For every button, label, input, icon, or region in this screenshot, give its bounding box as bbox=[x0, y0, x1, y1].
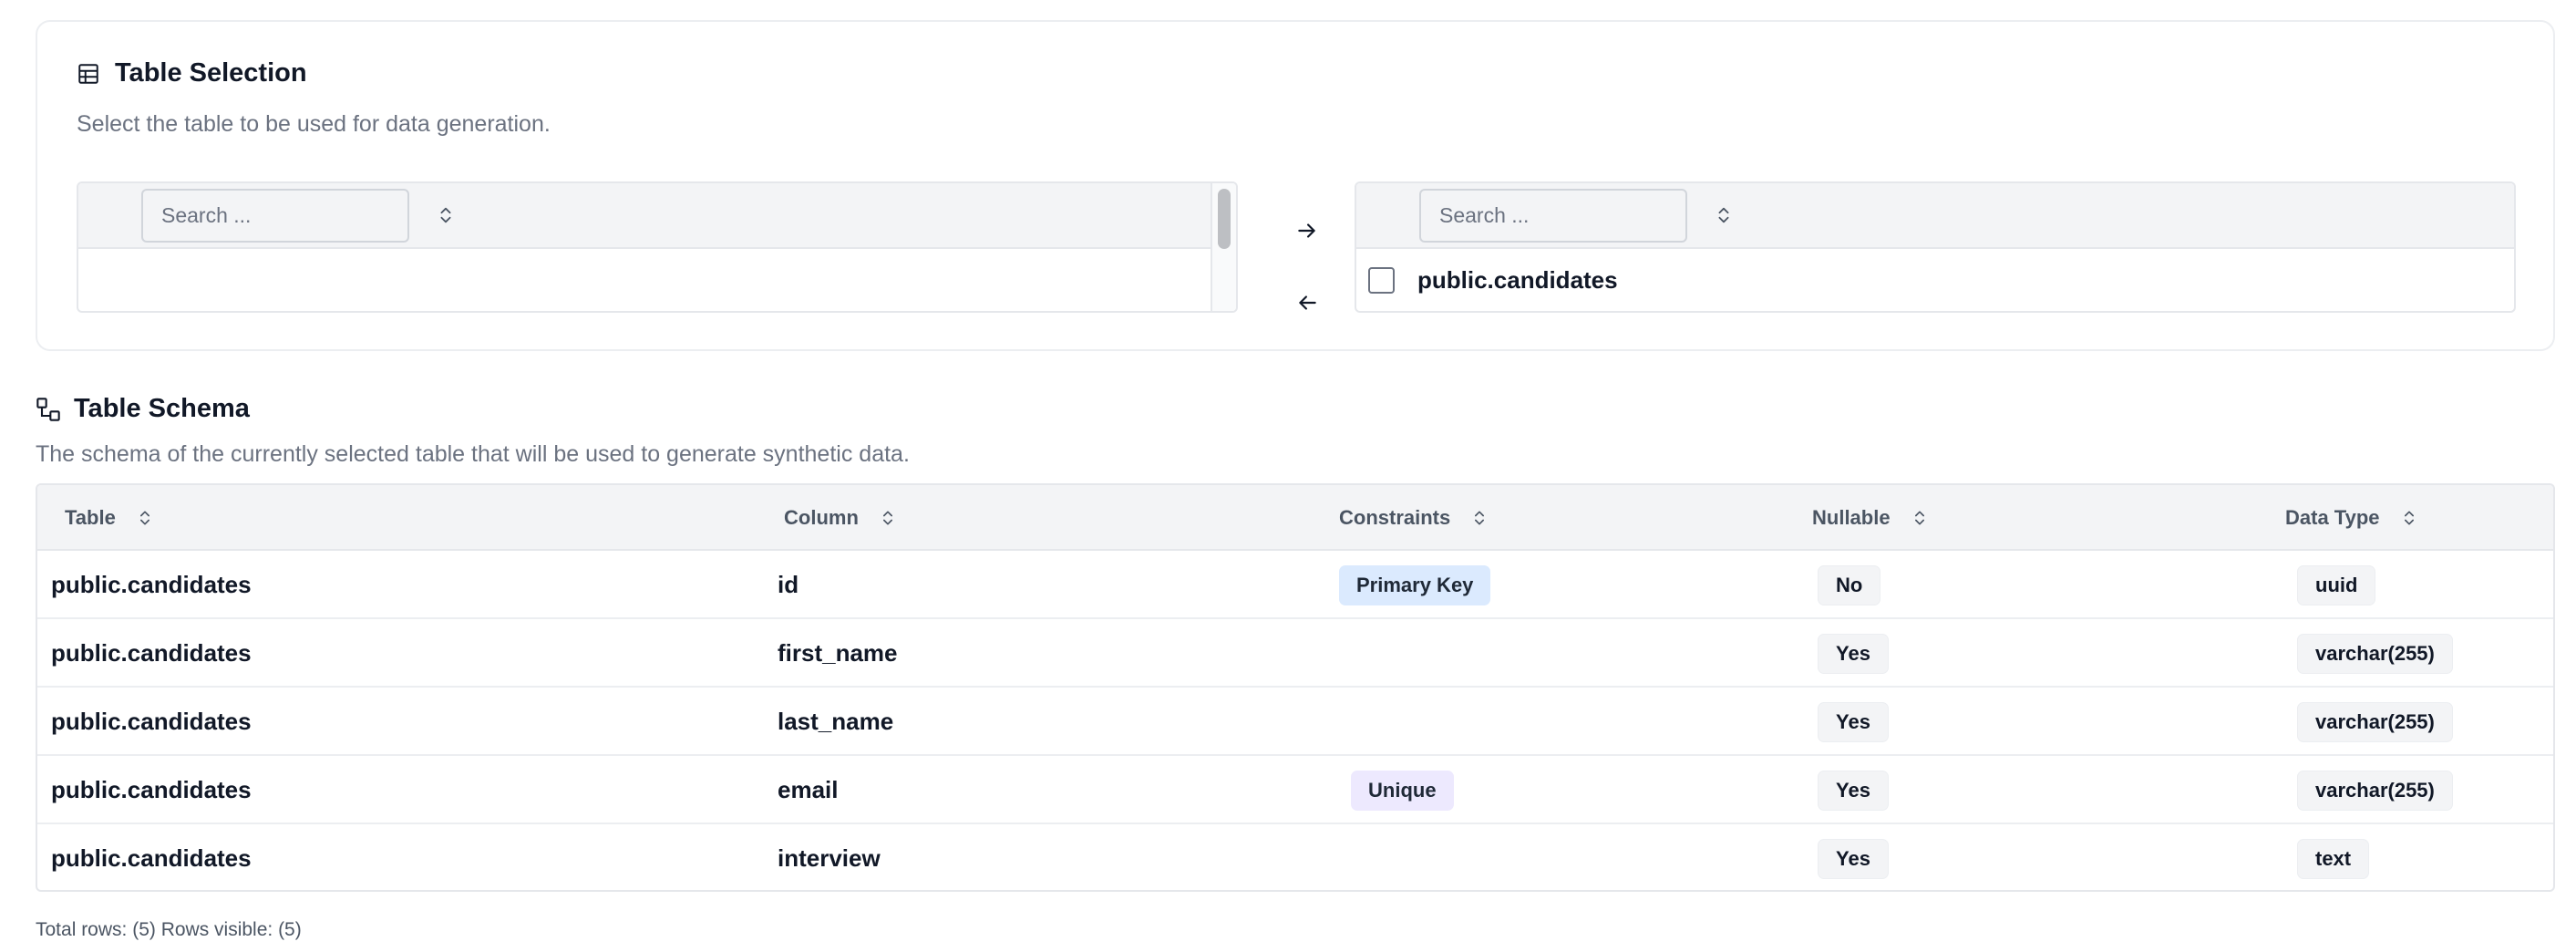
column-header-constraints[interactable]: Constraints bbox=[1339, 485, 1489, 551]
column-header-label: Constraints bbox=[1339, 506, 1451, 529]
cell-constraints: Unique bbox=[1351, 756, 1454, 824]
table-row: public.candidates last_name Yes varchar(… bbox=[37, 688, 2553, 756]
table-row: public.candidates first_name Yes varchar… bbox=[37, 619, 2553, 688]
cell-column: interview bbox=[778, 844, 881, 872]
constraint-badge: Primary Key bbox=[1339, 564, 1491, 605]
table-schema-description: The schema of the currently selected tab… bbox=[36, 441, 910, 467]
cell-data-type: varchar(255) bbox=[2297, 756, 2453, 824]
page: Table Selection Select the table to be u… bbox=[0, 0, 2576, 952]
row-count-summary: Total rows: (5) Rows visible: (5) bbox=[36, 919, 302, 940]
table-selection-description: Select the table to be used for data gen… bbox=[77, 111, 551, 137]
column-header-label: Nullable bbox=[1812, 506, 1891, 529]
column-header-nullable[interactable]: Nullable bbox=[1812, 485, 1929, 551]
selected-tables-header bbox=[1356, 183, 2514, 249]
cell-table: public.candidates bbox=[51, 776, 252, 803]
sort-icon[interactable] bbox=[136, 509, 154, 527]
cell-table: public.candidates bbox=[51, 708, 252, 735]
cell-table: public.candidates bbox=[51, 844, 252, 872]
nullable-badge: No bbox=[1818, 564, 1881, 605]
scrollbar-thumb[interactable] bbox=[1218, 189, 1231, 249]
data-type-badge: varchar(255) bbox=[2297, 701, 2453, 742]
table-icon bbox=[77, 62, 100, 86]
table-schema-heading: Table Schema bbox=[36, 394, 250, 424]
table-selection-heading: Table Selection bbox=[77, 58, 307, 88]
cell-nullable: Yes bbox=[1818, 756, 1889, 824]
arrow-left-icon bbox=[1295, 291, 1319, 315]
table-selection-card: Table Selection Select the table to be u… bbox=[36, 20, 2555, 351]
cell-nullable: No bbox=[1818, 551, 1881, 619]
cell-data-type: varchar(255) bbox=[2297, 688, 2453, 756]
cell-table: public.candidates bbox=[51, 639, 252, 667]
cell-data-type: text bbox=[2297, 824, 2370, 890]
sort-icon[interactable] bbox=[1714, 205, 1734, 225]
list-item-label: public.candidates bbox=[1417, 265, 1618, 294]
table-selection-title: Table Selection bbox=[115, 58, 307, 88]
cell-data-type: varchar(255) bbox=[2297, 619, 2453, 688]
cell-column: id bbox=[778, 571, 799, 598]
sort-icon[interactable] bbox=[879, 509, 897, 527]
cell-nullable: Yes bbox=[1818, 824, 1889, 890]
data-type-badge: varchar(255) bbox=[2297, 770, 2453, 811]
column-header-label: Data Type bbox=[2285, 506, 2380, 529]
sort-icon[interactable] bbox=[1470, 509, 1489, 527]
schema-table: Table Column Constraints Nullable Data T… bbox=[36, 483, 2555, 892]
available-tables-list bbox=[77, 181, 1238, 313]
available-tables-body bbox=[78, 249, 1236, 311]
table-checkbox[interactable] bbox=[1368, 266, 1395, 294]
cell-nullable: Yes bbox=[1818, 619, 1889, 688]
selected-tables-body: public.candidates bbox=[1356, 249, 2514, 311]
table-row: public.candidates id Primary Key No uuid bbox=[37, 551, 2553, 619]
arrow-right-icon bbox=[1295, 219, 1319, 243]
column-header-label: Column bbox=[784, 506, 859, 529]
table-schema-title: Table Schema bbox=[74, 394, 250, 423]
column-header-label: Table bbox=[65, 506, 116, 529]
column-header-column[interactable]: Column bbox=[784, 485, 897, 551]
selected-tables-list: public.candidates bbox=[1355, 181, 2516, 313]
cell-data-type: uuid bbox=[2297, 551, 2376, 619]
selected-tables-search-input[interactable] bbox=[1419, 189, 1687, 243]
column-header-table[interactable]: Table bbox=[65, 485, 154, 551]
cell-constraints: Primary Key bbox=[1339, 551, 1491, 619]
sort-icon[interactable] bbox=[2400, 509, 2418, 527]
cell-column: email bbox=[778, 776, 839, 803]
nullable-badge: Yes bbox=[1818, 701, 1889, 742]
available-tables-scrollbar[interactable] bbox=[1211, 183, 1236, 311]
schema-icon bbox=[36, 397, 61, 422]
constraint-badge: Unique bbox=[1351, 770, 1454, 811]
cell-nullable: Yes bbox=[1818, 688, 1889, 756]
available-tables-header bbox=[78, 183, 1236, 249]
data-type-badge: text bbox=[2297, 838, 2370, 879]
cell-table: public.candidates bbox=[51, 571, 252, 598]
column-header-data-type[interactable]: Data Type bbox=[2285, 485, 2418, 551]
sort-icon[interactable] bbox=[1911, 509, 1929, 527]
table-row: public.candidates email Unique Yes varch… bbox=[37, 756, 2553, 824]
nullable-badge: Yes bbox=[1818, 770, 1889, 811]
cell-column: first_name bbox=[778, 639, 898, 667]
sort-icon[interactable] bbox=[436, 205, 456, 225]
nullable-badge: Yes bbox=[1818, 838, 1889, 879]
schema-table-header: Table Column Constraints Nullable Data T… bbox=[37, 485, 2553, 551]
nullable-badge: Yes bbox=[1818, 633, 1889, 674]
data-type-badge: varchar(255) bbox=[2297, 633, 2453, 674]
table-row: public.candidates interview Yes text bbox=[37, 824, 2553, 890]
list-item[interactable]: public.candidates bbox=[1356, 249, 2514, 311]
available-tables-search-input[interactable] bbox=[141, 189, 409, 243]
move-left-button[interactable] bbox=[1284, 280, 1330, 326]
data-type-badge: uuid bbox=[2297, 564, 2376, 605]
move-right-button[interactable] bbox=[1284, 208, 1330, 254]
cell-column: last_name bbox=[778, 708, 894, 735]
